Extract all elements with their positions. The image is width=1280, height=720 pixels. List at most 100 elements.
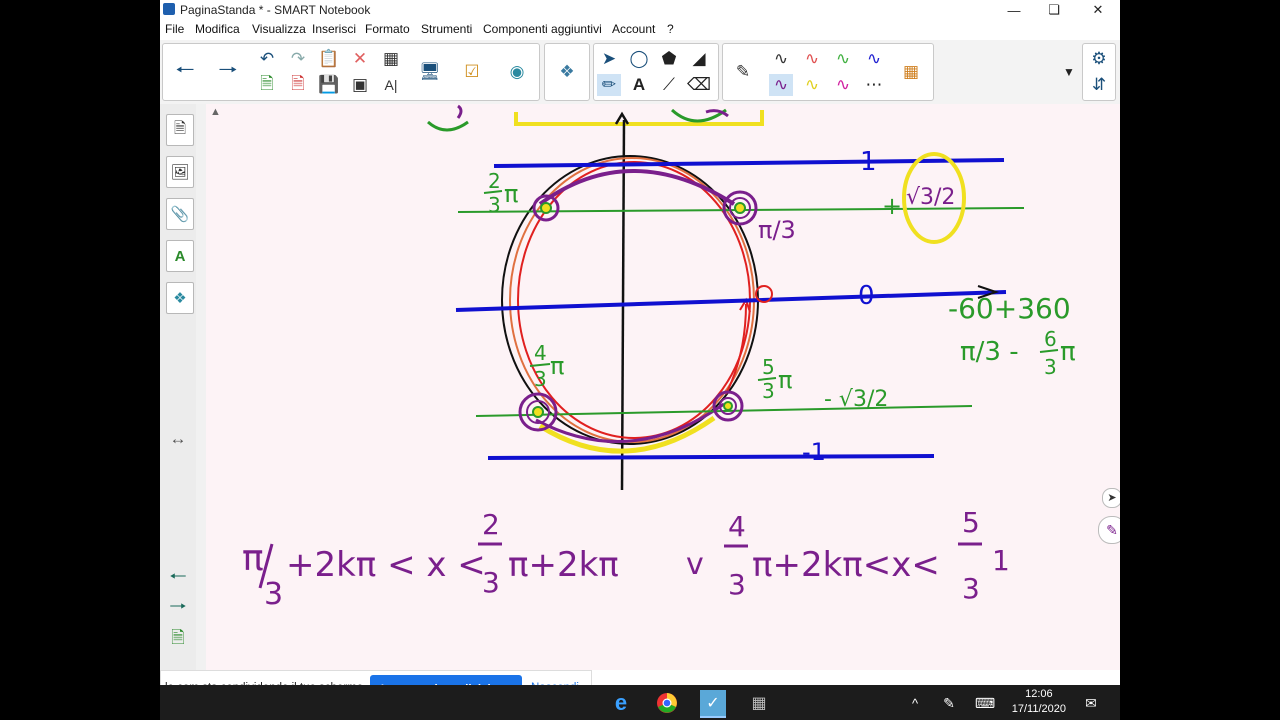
label-plus: + [882,192,902,220]
pen-style-dashed-icon[interactable]: ⋯ [862,74,886,96]
label-4-3pi-bar [529,363,551,367]
minimize-button[interactable]: — [992,0,1036,20]
eraser-icon[interactable]: ⌫ [687,74,711,96]
label-5-3pi-num: 5 [762,355,775,379]
whiteboard-canvas[interactable]: 1 0 -1 2 3 π π/3 + √3/2 4 3 π 5 3 π - √3… [206,104,1120,670]
shapes-icon[interactable]: ◯ [627,48,651,70]
formula-frac2-num: 4 [728,510,746,543]
menu-strumenti[interactable]: Strumenti [421,22,472,36]
formula-frac1-num: 2 [482,508,500,541]
pen-tools-icon[interactable]: ✏ [597,74,621,96]
move-sidebar-icon[interactable]: ↔ [166,428,190,450]
addons-sidebar-icon[interactable]: ❖ [166,282,194,314]
menu-file[interactable]: File [165,22,184,36]
formula-frac3-num: 5 [962,506,980,539]
blue-line-minus1 [487,454,935,460]
text-a-icon[interactable]: A [627,74,651,96]
move-toolbar-icon[interactable]: ⇵ [1087,74,1111,96]
delete-page-icon[interactable]: 🗎 [286,74,310,96]
back-arrow-icon[interactable]: 🠐 [173,57,197,83]
select-arrow-icon[interactable]: ➤ [597,48,621,70]
toolbar-group-pens: ✎ ∿ ∿ ∿ ∿ ∿ ∿ ∿ ⋯ ▦ [722,43,934,101]
label-5-3pi-sym: π [778,366,792,394]
formula-part-3: π+2kπ<x< [752,545,940,585]
text-tool-icon[interactable]: A| [379,74,403,96]
label-4-3pi-num: 4 [534,341,547,365]
pen-style-black-icon[interactable]: ∿ [769,48,793,70]
label-minus-sqrt3-2: - √3/2 [824,387,888,412]
previous-page-icon[interactable]: 🠐 [166,566,190,590]
pen-style-blue-icon[interactable]: ∿ [862,48,886,70]
next-page-icon[interactable]: 🠒 [166,596,190,620]
response-icon[interactable]: ☑ [460,61,484,83]
edge-icon[interactable]: e [608,690,634,716]
menu-modifica[interactable]: Modifica [195,22,240,36]
pen-style-magenta-icon[interactable]: ∿ [831,74,855,96]
notification-icon[interactable]: ✉ [1078,690,1104,716]
note-line-2: π/3 - [960,337,1019,367]
chrome-icon[interactable] [654,690,680,716]
pen-icon[interactable]: ✎ [731,61,755,83]
cursor-tool-icon[interactable]: ➤ [1102,488,1120,508]
new-page-icon[interactable]: 🗎 [255,74,279,96]
menu-componenti-aggiuntivi[interactable]: Componenti aggiuntivi [483,22,602,36]
undo-icon[interactable]: ↶ [255,48,279,70]
menu-help[interactable]: ? [667,22,674,36]
scroll-up-icon[interactable]: ▲ [210,106,221,118]
toolbar-dropdown-icon[interactable]: ▼ [1057,61,1081,83]
add-page-icon[interactable]: 🗎 [166,628,190,650]
formula-part-2: π+2kπ [508,545,619,585]
clock[interactable]: 12:06 17/11/2020 [1012,687,1066,717]
paste-icon[interactable]: 📋 [317,48,341,70]
paint-bucket-icon[interactable]: ◢ [687,48,711,70]
addons-puzzle-icon[interactable]: ❖ [555,61,579,83]
chevron-up-icon[interactable]: ^ [902,690,928,716]
menu-inserisci[interactable]: Inserisci [312,22,356,36]
fill-icon[interactable]: ⬟ [657,48,681,70]
toolbar-group-file: 🠐 🠒 ↶ ↷ 📋 ✕ ▦ 🗎 🗎 💾 ▣ A| 🖥 ☑ ◉ [162,43,540,101]
blue-line-1 [493,158,1005,168]
label-pi3: π/3 [758,216,796,244]
redo-icon[interactable]: ↷ [286,48,310,70]
attachments-icon[interactable]: 📎 [166,198,194,230]
color-palette-icon[interactable]: ▦ [899,61,923,83]
clock-time: 12:06 [1025,688,1053,700]
formula-pi: π [242,538,264,579]
pen-style-yellow-icon[interactable]: ∿ [800,74,824,96]
pen-style-green-icon[interactable]: ∿ [831,48,855,70]
note-line-2-den: 3 [1044,355,1057,379]
pen-style-purple-icon[interactable]: ∿ [769,74,793,96]
menu-formato[interactable]: Formato [365,22,410,36]
properties-icon[interactable]: A [166,240,194,272]
keyboard-icon[interactable]: ⌨ [972,690,998,716]
screen-shade-icon[interactable]: ▣ [348,74,372,96]
menu-visualizza[interactable]: Visualizza [252,22,306,36]
note-line-2-num: 6 [1044,327,1057,351]
label-0: 0 [858,281,875,311]
pen-style-red-icon[interactable]: ∿ [800,48,824,70]
gear-icon[interactable]: ⚙ [1087,48,1111,70]
app-taskbar-icon[interactable]: ▦ [746,690,772,716]
display-icon[interactable]: 🖥 [418,61,442,83]
window-title: PaginaStanda * - SMART Notebook [180,3,371,17]
table-icon[interactable]: ▦ [379,48,403,70]
maximize-button[interactable]: ❏ [1032,0,1076,20]
lab-icon[interactable]: ◉ [505,61,529,83]
sidebar: 🗎 🖼 📎 A ❖ ↔ 🠐 🠒 🗎 [160,104,197,670]
toolbar-group-tools: ➤ ◯ ⬟ ◢ ✏ A ⟋ ⌫ [593,43,719,101]
close-button[interactable]: ✕ [1076,0,1120,20]
pen-cursor-icon[interactable]: ✎ [1098,516,1120,544]
delete-icon[interactable]: ✕ [348,48,372,70]
line-icon[interactable]: ⟋ [657,74,681,96]
sidebar-scroll[interactable] [196,104,206,670]
gallery-icon[interactable]: 🖼 [166,156,194,188]
save-icon[interactable]: 💾 [317,74,341,96]
toolbar-group-settings: ⚙ ⇵ [1082,43,1116,101]
menu-account[interactable]: Account [612,22,655,36]
formula-tail: 1 [992,544,1010,577]
page-sorter-icon[interactable]: 🗎 [166,114,194,146]
forward-arrow-icon[interactable]: 🠒 [216,57,240,83]
smart-notebook-taskbar-icon[interactable]: ✓ [700,690,726,718]
pen-tray-icon[interactable]: ✎ [936,690,962,716]
formula-frac2-den: 3 [728,568,746,601]
